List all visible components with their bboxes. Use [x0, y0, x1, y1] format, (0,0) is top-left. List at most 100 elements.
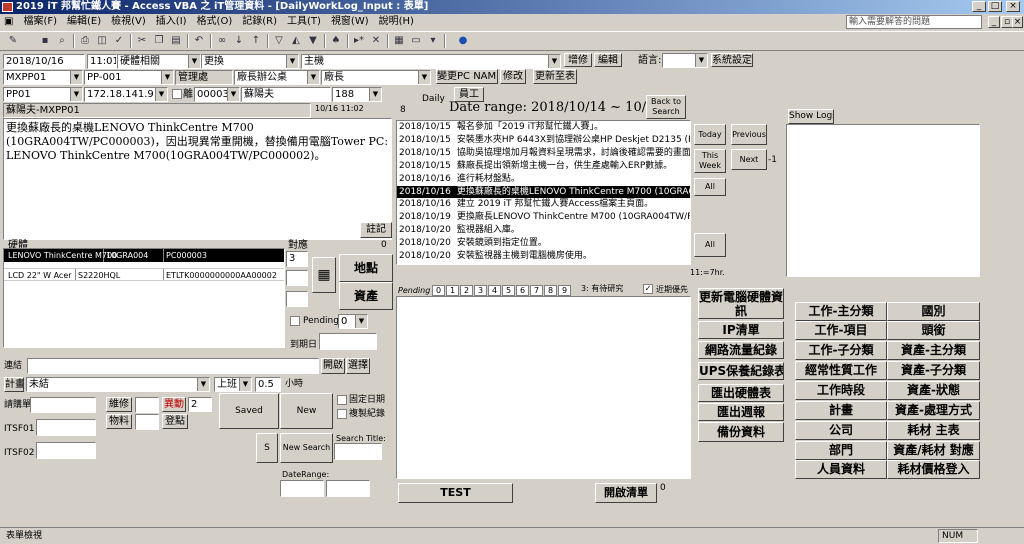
- lookup-button-2-0[interactable]: 工作-子分類: [795, 341, 887, 360]
- menu-records[interactable]: 記錄(R): [237, 14, 282, 30]
- ups-maintenance-button[interactable]: UPS保養紀錄表: [698, 362, 784, 380]
- date-field[interactable]: 2018/10/16: [3, 54, 85, 69]
- paste-icon[interactable]: ▤: [169, 34, 183, 48]
- log-entry[interactable]: 2018/10/15 安裝墨水夾HP 6443X到協理辦公桌HP Deskjet …: [397, 134, 690, 147]
- delete-record-icon[interactable]: ✕: [369, 34, 383, 48]
- shift-combo[interactable]: 上班: [214, 377, 252, 392]
- page-9-button[interactable]: 9: [558, 285, 571, 296]
- lookup-button-7-1[interactable]: 資產/耗材 對應: [887, 441, 980, 460]
- repair-field[interactable]: [135, 397, 159, 413]
- asset-button[interactable]: 資產: [339, 282, 393, 310]
- page-3-button[interactable]: 3: [474, 285, 487, 296]
- all-button-1[interactable]: All: [694, 178, 726, 196]
- pending-list[interactable]: [396, 296, 691, 479]
- system-settings-button[interactable]: 系統設定: [711, 53, 753, 67]
- export-weekly-button[interactable]: 匯出週報: [698, 403, 784, 421]
- hardware-row[interactable]: LCD 22" W Acer S2220HQL ETLTK0000000000AA0…: [4, 268, 284, 281]
- modify-button[interactable]: 修改: [500, 69, 526, 84]
- lookup-button-3-0[interactable]: 經常性質工作: [795, 361, 887, 380]
- action-combo[interactable]: 更換: [201, 54, 299, 69]
- page-6-button[interactable]: 6: [516, 285, 529, 296]
- lookup-button-0-0[interactable]: 工作-主分類: [795, 302, 887, 321]
- page-1-button[interactable]: 1: [446, 285, 459, 296]
- search-s-button[interactable]: S: [256, 433, 278, 463]
- this-week-button[interactable]: This Week: [694, 149, 726, 173]
- new-record-icon[interactable]: ▸*: [352, 34, 366, 48]
- preview-icon[interactable]: ◫: [95, 34, 109, 48]
- log-entry[interactable]: 2018/10/16 更換蘇廠長的桌機LENOVO ThinkCentre M70…: [397, 185, 690, 199]
- cut-icon[interactable]: ✂: [135, 34, 149, 48]
- alert-button[interactable]: 異動: [162, 397, 186, 412]
- menu-view[interactable]: 檢視(V): [106, 14, 151, 30]
- page-0-button[interactable]: 0: [432, 285, 445, 296]
- pending-checkbox[interactable]: [290, 316, 300, 326]
- menu-tools[interactable]: 工具(T): [282, 14, 326, 30]
- fixed-date-checkbox[interactable]: [337, 395, 347, 405]
- previous-button[interactable]: Previous: [731, 124, 767, 145]
- ip-list-button[interactable]: IP清單: [698, 321, 784, 339]
- lookup-button-2-1[interactable]: 資產-主分類: [887, 341, 980, 360]
- page-7-button[interactable]: 7: [530, 285, 543, 296]
- log-entry[interactable]: 2018/10/15 報名參加「2019 iT邦幫忙鐵人賽」。: [397, 121, 690, 134]
- lookup-button-5-0[interactable]: 計畫: [795, 401, 887, 420]
- page-4-button[interactable]: 4: [488, 285, 501, 296]
- log-entry[interactable]: 2018/10/16 進行耗材盤點。: [397, 173, 690, 186]
- menu-insert[interactable]: 插入(I): [151, 14, 192, 30]
- lookup-button-6-0[interactable]: 公司: [795, 421, 887, 440]
- backup-data-button[interactable]: 備份資料: [698, 422, 784, 442]
- device-combo[interactable]: MXPP01: [3, 70, 83, 85]
- material-field[interactable]: [135, 414, 159, 430]
- apply-filter-icon[interactable]: ▼: [306, 34, 320, 48]
- type-combo[interactable]: 主機: [301, 54, 561, 69]
- next-button[interactable]: Next: [731, 149, 767, 170]
- export-hardware-button[interactable]: 匯出硬體表: [698, 384, 784, 402]
- lookup-button-5-1[interactable]: 資產-處理方式: [887, 401, 980, 420]
- menu-window[interactable]: 視窗(W): [326, 14, 374, 30]
- lookup-button-6-1[interactable]: 耗材 主表: [887, 421, 980, 440]
- leave-checkbox[interactable]: [172, 89, 182, 99]
- log-entry[interactable]: 2018/10/20 安裝鏡頭到指定位置。: [397, 237, 690, 250]
- update-hardware-info-button[interactable]: 更新電腦硬體資訊: [698, 288, 784, 319]
- mapping-value[interactable]: 3: [286, 251, 308, 267]
- print-icon[interactable]: ⎙: [78, 34, 92, 48]
- lookup-button-8-1[interactable]: 耗材價格登入: [887, 460, 980, 479]
- menu-help[interactable]: 說明(H): [374, 14, 419, 30]
- calculator-icon[interactable]: ▦: [312, 257, 336, 293]
- lookup-button-4-1[interactable]: 資產-狀態: [887, 381, 980, 400]
- maximize-button[interactable]: □: [988, 1, 1002, 12]
- open-list-button[interactable]: 開啟清單: [595, 483, 657, 503]
- material-button[interactable]: 物料: [106, 414, 132, 429]
- log-entry[interactable]: 2018/10/20 監視器組入庫。: [397, 224, 690, 237]
- location-button[interactable]: 地點: [339, 254, 393, 282]
- lookup-button-8-0[interactable]: 人員資料: [795, 460, 887, 479]
- today-button[interactable]: Today: [694, 124, 726, 145]
- page-5-button[interactable]: 5: [502, 285, 515, 296]
- spell-icon[interactable]: ✓: [112, 34, 126, 48]
- open-button[interactable]: 開啟: [321, 358, 345, 374]
- lookup-button-1-1[interactable]: 頭銜: [887, 321, 980, 340]
- network-traffic-button[interactable]: 網路流量紀錄: [698, 341, 784, 359]
- alert-field[interactable]: 2: [188, 397, 212, 412]
- new-object-icon[interactable]: ▭: [409, 34, 423, 48]
- role-combo[interactable]: 廠長: [321, 70, 431, 85]
- requisition-field[interactable]: [30, 397, 96, 413]
- new-button[interactable]: New: [280, 393, 333, 429]
- save-icon[interactable]: ▪: [38, 34, 52, 48]
- mdi-close-button[interactable]: ×: [1012, 16, 1023, 28]
- hours-field[interactable]: 0.5: [255, 377, 281, 392]
- register-button[interactable]: 登點: [162, 414, 188, 429]
- hardware-row[interactable]: LENOVO ThinkCentre M70010GRA004 PC000003: [4, 249, 284, 262]
- help-icon[interactable]: ●: [456, 34, 470, 48]
- menu-format[interactable]: 格式(O): [192, 14, 238, 30]
- test-button[interactable]: TEST: [398, 483, 513, 503]
- due-date-field[interactable]: [319, 333, 377, 350]
- db-window-icon[interactable]: ▦: [392, 34, 406, 48]
- new-object-dropdown-icon[interactable]: ▾: [426, 34, 440, 48]
- sort-desc-icon[interactable]: ↑: [249, 34, 263, 48]
- sort-asc-icon[interactable]: ↓: [232, 34, 246, 48]
- pending-combo[interactable]: 0: [338, 314, 368, 329]
- log-entry[interactable]: 2018/10/20 安裝監視器主機到電腦機房使用。: [397, 250, 690, 263]
- location-combo[interactable]: 廠長辦公桌: [234, 70, 320, 85]
- log-list[interactable]: 2018/10/15 報名參加「2019 iT邦幫忙鐵人賽」。 2018/10/15…: [396, 120, 691, 265]
- date-range-end[interactable]: [326, 480, 370, 497]
